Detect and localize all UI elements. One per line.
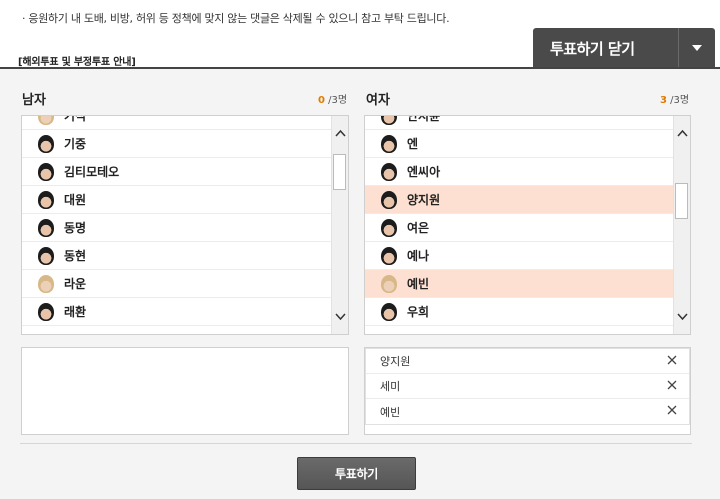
female-candidate-rows: 안지윤엔엔씨아양지원여은예나예빈우희	[365, 115, 673, 326]
picked-candidate: 예빈	[366, 399, 689, 424]
male-picked-box	[21, 347, 349, 435]
candidate-row[interactable]: 예나	[365, 242, 673, 270]
candidate-row[interactable]: 동현	[22, 242, 331, 270]
scroll-up-icon	[677, 129, 688, 137]
remove-candidate-icon[interactable]	[667, 380, 677, 393]
profile-avatar-icon	[381, 302, 397, 321]
remove-candidate-icon[interactable]	[667, 355, 677, 368]
profile-avatar-icon	[381, 274, 397, 293]
candidate-row[interactable]: 김티모테오	[22, 158, 331, 186]
female-selected-number: 3	[660, 95, 667, 106]
candidate-row[interactable]: 여은	[365, 214, 673, 242]
profile-avatar-icon	[38, 162, 54, 181]
candidate-name: 동현	[64, 249, 87, 263]
notice-line: · 응원하기 내 도배, 비방, 허위 등 정책에 맞지 않는 댓글은 삭제될 …	[22, 12, 450, 25]
profile-avatar-icon	[381, 116, 397, 125]
panel-divider	[20, 443, 692, 444]
profile-avatar-icon	[381, 134, 397, 153]
male-selection-count: 0 /3명	[318, 91, 347, 106]
candidate-row[interactable]: 안지윤	[365, 115, 673, 130]
female-scroll-thumb[interactable]	[675, 183, 688, 219]
candidate-row[interactable]: 예빈	[365, 270, 673, 298]
policy-notice-link[interactable]: [해외투표 및 부정투표 안내]	[18, 53, 136, 68]
picked-candidate-name: 예빈	[380, 405, 401, 419]
female-list-scrollbar[interactable]	[673, 116, 690, 334]
chevron-down-icon	[679, 45, 715, 51]
candidate-name: 양지원	[407, 193, 441, 207]
candidate-name: 엔씨아	[407, 165, 441, 179]
picked-candidate: 양지원	[366, 349, 689, 374]
candidate-name: 예빈	[407, 277, 430, 291]
candidate-name: 김티모테오	[64, 165, 120, 179]
candidate-row[interactable]: 엔	[365, 130, 673, 158]
picked-candidate: 세미	[366, 374, 689, 399]
profile-avatar-icon	[38, 190, 54, 209]
male-candidate-rows: 기석기중김티모테오대원동명동현라운래환	[22, 115, 331, 326]
candidate-row[interactable]: 대원	[22, 186, 331, 214]
candidate-name: 우희	[407, 305, 430, 319]
candidate-name: 여은	[407, 221, 430, 235]
profile-avatar-icon	[381, 190, 397, 209]
candidate-row[interactable]: 동명	[22, 214, 331, 242]
candidate-row[interactable]: 우희	[365, 298, 673, 326]
profile-avatar-icon	[38, 302, 54, 321]
picked-candidate-name: 양지원	[380, 355, 411, 368]
profile-avatar-icon	[38, 218, 54, 237]
female-picked-list: 양지원세미예빈	[365, 348, 690, 425]
female-candidate-list: 안지윤엔엔씨아양지원여은예나예빈우희	[364, 115, 691, 335]
candidate-name: 대원	[64, 193, 87, 207]
male-list-scrollbar[interactable]	[331, 116, 348, 334]
scroll-down-icon	[677, 313, 688, 321]
candidate-row[interactable]: 라운	[22, 270, 331, 298]
male-group-title: 남자	[22, 93, 46, 108]
candidate-name: 래환	[64, 305, 87, 319]
candidate-row[interactable]: 양지원	[365, 186, 673, 214]
male-selected-number: 0	[318, 95, 325, 106]
candidate-name: 동명	[64, 221, 87, 235]
scroll-down-icon	[335, 313, 346, 321]
scroll-up-icon	[335, 129, 346, 137]
profile-avatar-icon	[38, 134, 54, 153]
candidate-name: 라운	[64, 277, 87, 291]
vote-toggle-label: 투표하기 닫기	[550, 39, 635, 58]
candidate-name: 안지윤	[407, 115, 441, 123]
male-max-label: /3명	[328, 95, 348, 106]
profile-avatar-icon	[381, 218, 397, 237]
profile-avatar-icon	[38, 246, 54, 265]
male-candidate-list: 기석기중김티모테오대원동명동현라운래환	[21, 115, 349, 335]
candidate-name: 기석	[64, 115, 87, 123]
female-group-title: 여자	[366, 93, 390, 108]
candidate-name: 기중	[64, 137, 87, 151]
candidate-row[interactable]: 기중	[22, 130, 331, 158]
candidate-row[interactable]: 엔씨아	[365, 158, 673, 186]
candidate-name: 예나	[407, 249, 430, 263]
profile-avatar-icon	[381, 246, 397, 265]
male-scroll-thumb[interactable]	[333, 154, 346, 190]
candidate-name: 엔	[407, 137, 419, 151]
picked-candidate-name: 세미	[380, 380, 401, 393]
female-max-label: /3명	[670, 95, 690, 106]
female-picked-box: 양지원세미예빈	[364, 347, 691, 435]
candidate-row[interactable]: 기석	[22, 115, 331, 130]
vote-panel: 남자 0 /3명 기석기중김티모테오대원동명동현라운래환 여자 3 /3명 안지…	[0, 67, 720, 499]
vote-panel-toggle[interactable]: 투표하기 닫기	[533, 28, 715, 68]
profile-avatar-icon	[381, 162, 397, 181]
candidate-row[interactable]: 래환	[22, 298, 331, 326]
profile-avatar-icon	[38, 116, 54, 125]
profile-avatar-icon	[38, 274, 54, 293]
submit-vote-button[interactable]: 투표하기	[297, 457, 416, 490]
remove-candidate-icon[interactable]	[667, 405, 677, 418]
female-selection-count: 3 /3명	[660, 91, 689, 106]
